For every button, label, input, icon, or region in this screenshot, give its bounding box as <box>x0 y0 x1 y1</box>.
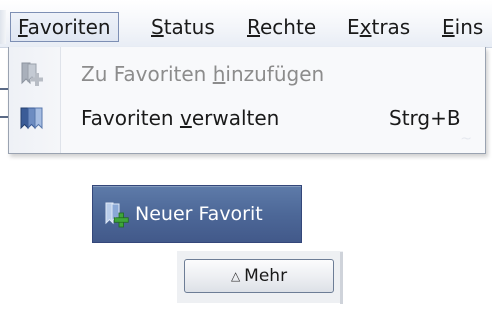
menu-bar: Favoriten Status Rechte Extras Eins <box>0 0 492 48</box>
bookmarks-manage-icon <box>19 105 47 133</box>
favoriten-dropdown: Zu Favoriten hinzufügen Favoriten verwal… <box>8 47 486 154</box>
label-post: erwalten <box>191 106 280 130</box>
menu-favoriten[interactable]: Favoriten <box>10 12 119 42</box>
more-button-panel: △ Mehr <box>177 251 343 303</box>
menu-label-pre: E <box>347 15 360 39</box>
menu-accelerator: R <box>247 15 260 39</box>
label-post: inzufügen <box>225 62 325 86</box>
menu-label-post: echte <box>260 15 317 39</box>
more-button[interactable]: △ Mehr <box>184 259 334 293</box>
menu-item-label: Favoriten verwalten <box>81 103 279 133</box>
shortcut-label: Strg+B <box>389 106 461 130</box>
menu-accelerator: E <box>442 15 455 39</box>
menu-accelerator: F <box>18 15 28 39</box>
menu-einstellungen[interactable]: Eins <box>435 12 490 42</box>
menu-rechte[interactable]: Rechte <box>240 12 323 42</box>
menu-accelerator: S <box>151 15 164 39</box>
menu-label-post: tatus <box>163 15 215 39</box>
menu-label-post: avoriten <box>27 15 111 39</box>
menu-label-post: tras <box>371 15 411 39</box>
menu-accelerator: x <box>359 15 372 39</box>
more-button-label: Mehr <box>244 266 288 286</box>
menu-item-manage-favorites[interactable]: Favoriten verwalten Strg+B <box>9 97 485 141</box>
menu-item-add-favorite[interactable]: Zu Favoriten hinzufügen <box>9 53 485 97</box>
new-favorite-label: Neuer Favorit <box>135 203 263 225</box>
left-tick <box>0 88 8 90</box>
menu-extras[interactable]: Extras <box>340 12 417 42</box>
label-accelerator: h <box>212 62 226 86</box>
menu-label-post: ins <box>454 15 484 39</box>
bookmark-add-icon <box>19 61 47 89</box>
left-tick <box>0 116 8 118</box>
label-pre: Favoriten <box>81 106 180 130</box>
watermark: ~ <box>460 131 473 147</box>
menu-status[interactable]: Status <box>144 12 222 42</box>
label-pre: Zu Favoriten <box>81 62 213 86</box>
panel-divider <box>340 252 343 304</box>
new-favorite-button[interactable]: Neuer Favorit <box>92 185 302 243</box>
up-triangle-icon: △ <box>230 269 241 283</box>
menu-bar-edge <box>0 10 6 44</box>
bookmark-add-icon <box>103 201 131 229</box>
menu-item-label: Zu Favoriten hinzufügen <box>81 59 324 89</box>
label-accelerator: v <box>179 106 192 130</box>
